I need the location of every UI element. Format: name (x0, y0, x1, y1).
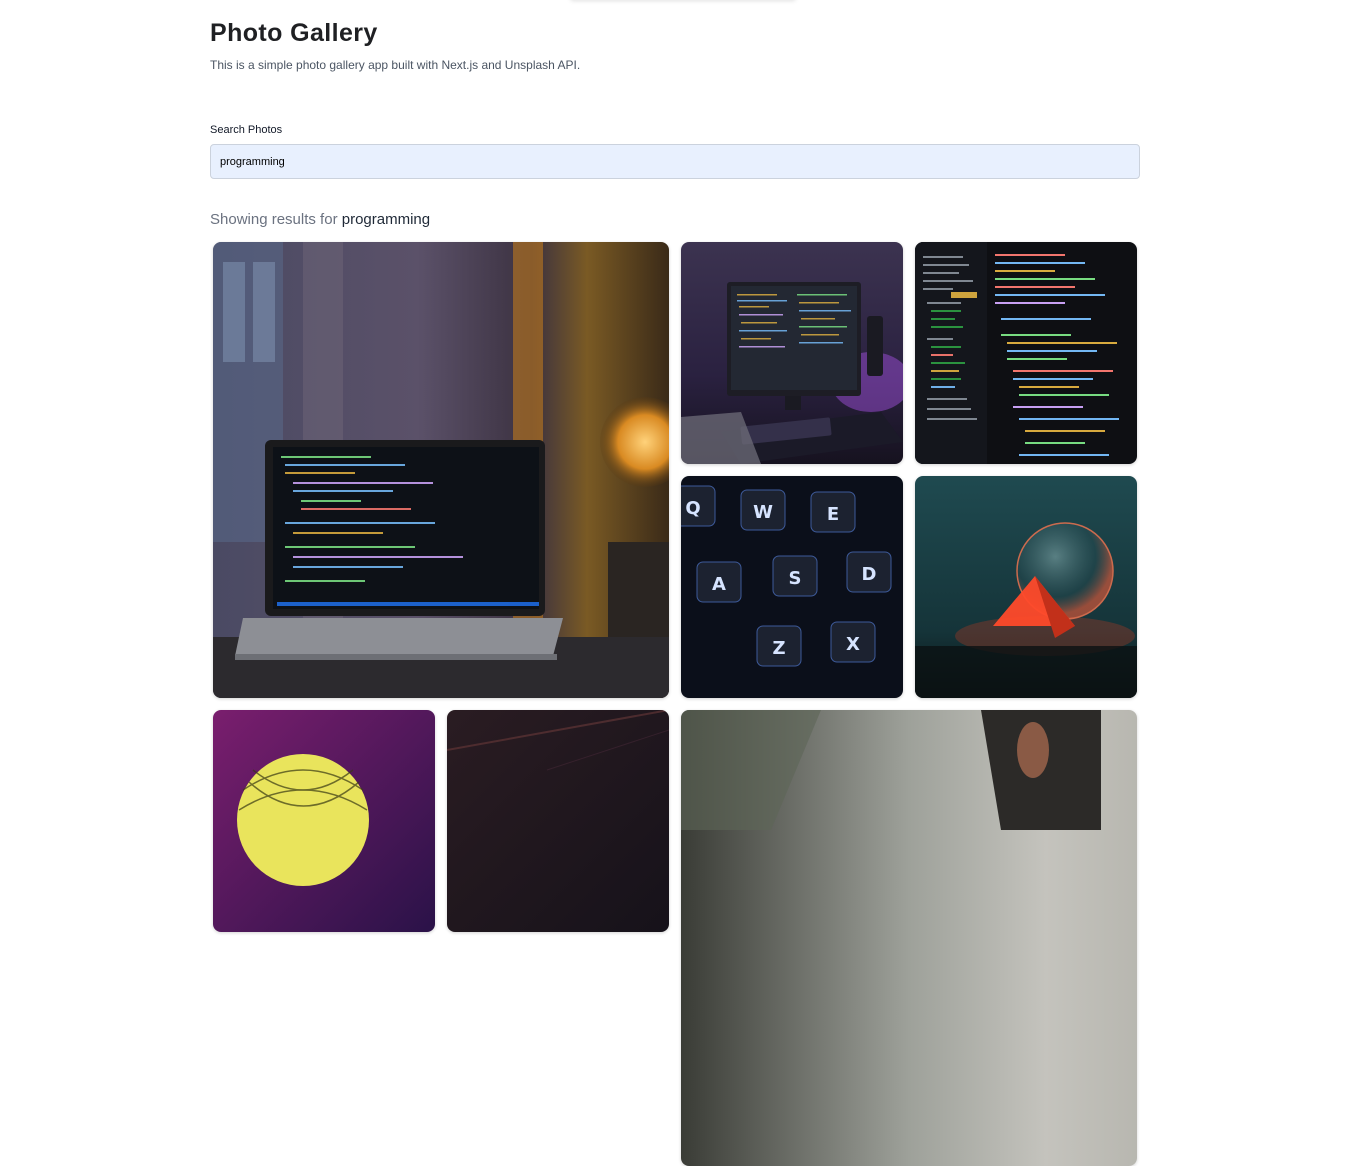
photo-desktop-monitor[interactable] (681, 242, 903, 464)
desktop-photo-image (681, 242, 903, 464)
search-label: Search Photos (210, 124, 283, 136)
page-title: Photo Gallery (210, 19, 378, 47)
code-editor-photo-image (915, 242, 1137, 464)
keyboard-photo-image: Q W E A S D Z X (681, 476, 903, 698)
results-prefix: Showing results for (210, 211, 342, 228)
results-caption: Showing results for programming (210, 211, 430, 228)
abstract-photo-image (447, 710, 669, 932)
sphere-photo-image (915, 476, 1137, 698)
key-letter: A (712, 574, 726, 595)
results-query: programming (341, 211, 431, 228)
page-subtitle: This is a simple photo gallery app built… (210, 58, 581, 72)
key-letter: D (862, 564, 877, 585)
photo-yellow-sphere[interactable] (213, 710, 435, 932)
search-input[interactable] (210, 144, 1140, 179)
photo-person-portrait[interactable] (681, 710, 1137, 1166)
key-letter: W (753, 502, 773, 523)
photo-dark-abstract[interactable] (447, 710, 669, 932)
photo-code-editor[interactable] (915, 242, 1137, 464)
portrait-photo-image (681, 710, 1137, 1166)
photo-glass-sphere[interactable] (915, 476, 1137, 698)
key-letter: S (789, 568, 802, 589)
key-letter: E (827, 504, 839, 525)
key-letter: Z (772, 638, 785, 659)
photo-keyboard-keys[interactable]: Q W E A S D Z X (681, 476, 903, 698)
yellow-sphere-photo-image (213, 710, 435, 932)
laptop-photo-image (213, 242, 669, 698)
key-letter: Q (685, 498, 700, 519)
key-letter: X (846, 634, 860, 655)
photo-laptop-lamp[interactable] (213, 242, 669, 698)
